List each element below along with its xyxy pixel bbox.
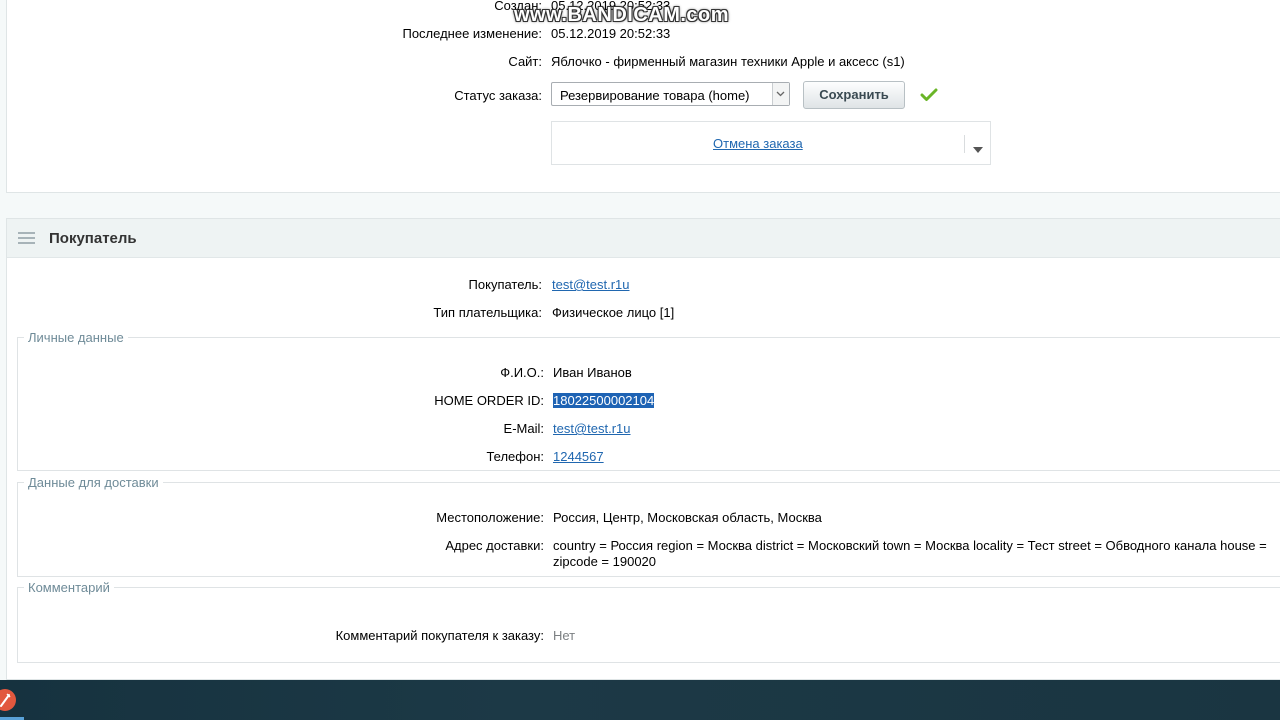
payer-type-label: Тип плательщика:	[433, 305, 542, 320]
dropdown-triangle-icon[interactable]	[973, 141, 983, 156]
home-order-id-value[interactable]: 18022500002104	[553, 393, 655, 408]
email-link[interactable]: test@test.r1u	[553, 421, 631, 436]
os-taskbar	[0, 680, 1280, 720]
home-order-id-label: HOME ORDER ID:	[434, 393, 544, 408]
site-label: Сайт:	[508, 54, 542, 69]
buyer-label: Покупатель:	[468, 277, 542, 292]
comment-label: Комментарий покупателя к заказу:	[335, 628, 544, 643]
payer-type-value: Физическое лицо [1]	[552, 305, 675, 320]
address-line-2: zipcode = 190020	[553, 554, 657, 569]
status-select-value: Резервирование товара (home)	[560, 88, 750, 103]
location-label: Местоположение:	[436, 510, 544, 525]
buyer-section-title: Покупатель	[49, 230, 137, 247]
delivery-data-legend: Данные для доставки	[24, 475, 163, 490]
modified-label: Последнее изменение:	[402, 26, 542, 41]
phone-link[interactable]: 1244567	[553, 449, 604, 464]
modified-value: 05.12.2019 20:52:33	[551, 26, 671, 41]
location-value: Россия, Центр, Московская область, Москв…	[553, 510, 822, 525]
status-label: Статус заказа:	[454, 88, 542, 103]
site-value: Яблочко - фирменный магазин техники Appl…	[551, 54, 905, 69]
checkmark-icon	[920, 88, 938, 105]
actions-divider	[964, 135, 965, 153]
buyer-link[interactable]: test@test.r1u	[552, 277, 630, 292]
buyer-section-header: Покупатель	[7, 219, 1280, 258]
status-select[interactable]: Резервирование товара (home)	[551, 82, 790, 106]
comment-group	[17, 587, 1280, 663]
order-actions-box: Отмена заказа	[551, 121, 991, 165]
address-line-1: country = Россия region = Москва distric…	[553, 538, 1267, 553]
email-label: E-Mail:	[503, 421, 544, 436]
fio-label: Ф.И.О.:	[500, 365, 544, 380]
save-button[interactable]: Сохранить	[803, 81, 905, 109]
address-label: Адрес доставки:	[445, 538, 544, 553]
comment-legend: Комментарий	[24, 580, 114, 595]
phone-label: Телефон:	[486, 449, 544, 464]
cancel-order-link[interactable]: Отмена заказа	[713, 136, 803, 151]
menu-icon[interactable]	[18, 231, 36, 248]
comment-value: Нет	[553, 628, 576, 643]
bandicam-watermark: www.BANDICAM.com	[514, 4, 730, 26]
fio-value: Иван Иванов	[553, 365, 632, 380]
personal-data-legend: Личные данные	[24, 330, 128, 345]
chevron-down-icon[interactable]	[772, 83, 789, 105]
